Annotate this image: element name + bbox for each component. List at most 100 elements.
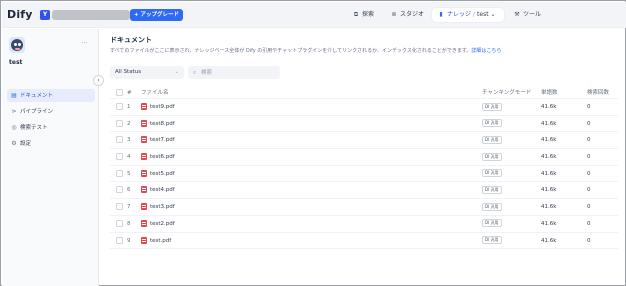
row-number: 1 [127,104,131,110]
chunking-mode-cell: DI 汎用 [482,233,502,249]
word-count: 41.6k [541,220,557,227]
chunking-mode-cell: DI 汎用 [482,116,502,132]
hit-count: 0 [587,137,591,144]
word-count: 41.6k [541,120,557,127]
row-checkbox[interactable] [116,116,123,132]
row-checkbox[interactable] [116,216,123,232]
file-name: test4.pdf [150,187,175,194]
more-options-icon[interactable]: ··· [81,39,88,47]
file-name: test7.pdf [150,137,175,144]
status-filter-select[interactable]: All Status ⌄ [110,66,184,79]
dataset-title: test [9,59,23,66]
sidebar-item-label: パイプライン [20,109,54,115]
table-row[interactable]: 2 test8.pdf DI 汎用 41.6k 0 [110,116,618,133]
file-name: test.pdf [150,237,172,244]
word-count: 41.6k [541,237,557,244]
nav-knowledge[interactable]: ▮ ナレッジ / test ⌄ [432,8,504,22]
row-number: 2 [127,120,131,127]
workspace-name-redacted[interactable] [52,10,130,20]
description-text: すべてのファイルがここに表示され、ナレッジベース全体が Dify の引用やチャッ… [110,48,472,54]
file-name: test6.pdf [150,154,175,161]
chunking-mode-badge: DI 汎用 [482,135,502,144]
file-name-cell[interactable]: test.pdf [141,233,171,249]
word-count: 41.6k [541,170,557,177]
collapse-sidebar-button[interactable]: ‹ [93,75,104,86]
hit-count: 0 [587,120,591,127]
search-box[interactable]: ⌕ [188,66,280,79]
row-checkbox[interactable] [116,99,123,115]
table-row[interactable]: 8 test2.pdf DI 汎用 41.6k 0 [110,216,618,233]
pdf-file-icon [141,136,147,144]
chunking-mode-badge: DI 汎用 [482,119,502,128]
nav-explore[interactable]: ⧉ 探索 [352,8,374,22]
table-row[interactable]: 5 test5.pdf DI 汎用 41.6k 0 [110,166,618,183]
file-name-cell[interactable]: test4.pdf [141,182,175,198]
row-number: 6 [127,187,131,194]
table-row[interactable]: 1 test9.pdf DI 汎用 41.6k 0 [110,99,618,116]
sidebar-item-pipeline[interactable]: ⋗ パイプライン [7,105,95,118]
column-filename: ファイル名 [141,90,169,96]
file-name: test3.pdf [150,204,175,211]
file-name: test8.pdf [150,120,175,127]
sidebar-item-label: ドキュメント [20,93,54,99]
row-checkbox[interactable] [116,149,123,165]
file-name-cell[interactable]: test5.pdf [141,166,175,182]
row-checkbox[interactable] [116,182,123,198]
file-name-cell[interactable]: test8.pdf [141,116,175,132]
row-checkbox[interactable] [116,199,123,215]
row-checkbox[interactable] [116,233,123,249]
chunking-mode-cell: DI 汎用 [482,99,502,115]
row-checkbox[interactable] [116,132,123,148]
chunking-mode-cell: DI 汎用 [482,132,502,148]
table-row[interactable]: 3 test7.pdf DI 汎用 41.6k 0 [110,132,618,150]
table-row[interactable]: 9 test.pdf DI 汎用 41.6k 0 [110,233,618,250]
file-name-cell[interactable]: test3.pdf [141,199,175,215]
dataset-switcher[interactable]: test [477,11,489,18]
nav-explore-label: 探索 [362,11,375,18]
explore-icon: ⧉ [353,11,359,18]
hit-count: 0 [587,204,591,211]
chunking-mode-badge: DI 汎用 [482,202,502,211]
upgrade-button[interactable]: + アップグレード [130,9,184,21]
target-icon: ◎ [11,124,17,131]
column-number: # [127,90,132,96]
dify-logo[interactable]: Dify [7,8,33,21]
column-hit-count: 検索回数 [587,90,610,96]
book-icon: ▮ [439,11,443,18]
sidebar-item-label: 設定 [20,141,32,147]
nav-tools[interactable]: ⚒ ツール [513,8,541,22]
table-row[interactable]: 7 test3.pdf DI 汎用 41.6k 0 [110,199,618,216]
nav-studio[interactable]: ⊚ スタジオ [390,8,424,22]
row-number: 9 [127,237,131,244]
word-count: 41.6k [541,137,557,144]
search-icon: ⌕ [193,69,197,76]
nav-knowledge-label: ナレッジ [447,11,472,18]
row-checkbox[interactable] [116,166,123,182]
table-row[interactable]: 4 test6.pdf DI 汎用 41.6k 0 [110,149,618,166]
table-row[interactable]: 6 test4.pdf DI 汎用 41.6k 0 [110,182,618,200]
sidebar-item-retrieval-test[interactable]: ◎ 検索テスト [7,121,95,134]
chunking-mode-badge: DI 汎用 [482,236,502,244]
chevron-down-icon[interactable]: ⌄ [489,11,495,18]
word-count: 41.6k [541,104,557,110]
pdf-file-icon [141,203,147,211]
file-name-cell[interactable]: test6.pdf [141,149,175,165]
file-name-cell[interactable]: test9.pdf [141,99,175,115]
nav-tools-label: ツール [523,11,542,18]
file-name-cell[interactable]: test2.pdf [141,216,175,232]
sidebar-item-settings[interactable]: ⚙ 設定 [7,137,95,150]
pdf-file-icon [141,153,147,161]
hit-count: 0 [587,237,591,244]
document-icon: ▤ [11,92,17,99]
workspace-avatar[interactable]: Y [40,10,50,20]
search-input[interactable] [201,68,275,77]
row-number: 7 [127,204,131,211]
pdf-file-icon [141,103,147,110]
select-all-checkbox[interactable] [116,87,123,99]
page-title: ドキュメント [110,36,152,44]
learn-more-link[interactable]: 詳細はこちら [471,48,501,54]
chunking-mode-cell: DI 汎用 [482,199,502,215]
file-name-cell[interactable]: test7.pdf [141,132,175,148]
sidebar-item-documents[interactable]: ▤ ドキュメント [7,89,95,102]
row-number: 4 [127,154,131,161]
